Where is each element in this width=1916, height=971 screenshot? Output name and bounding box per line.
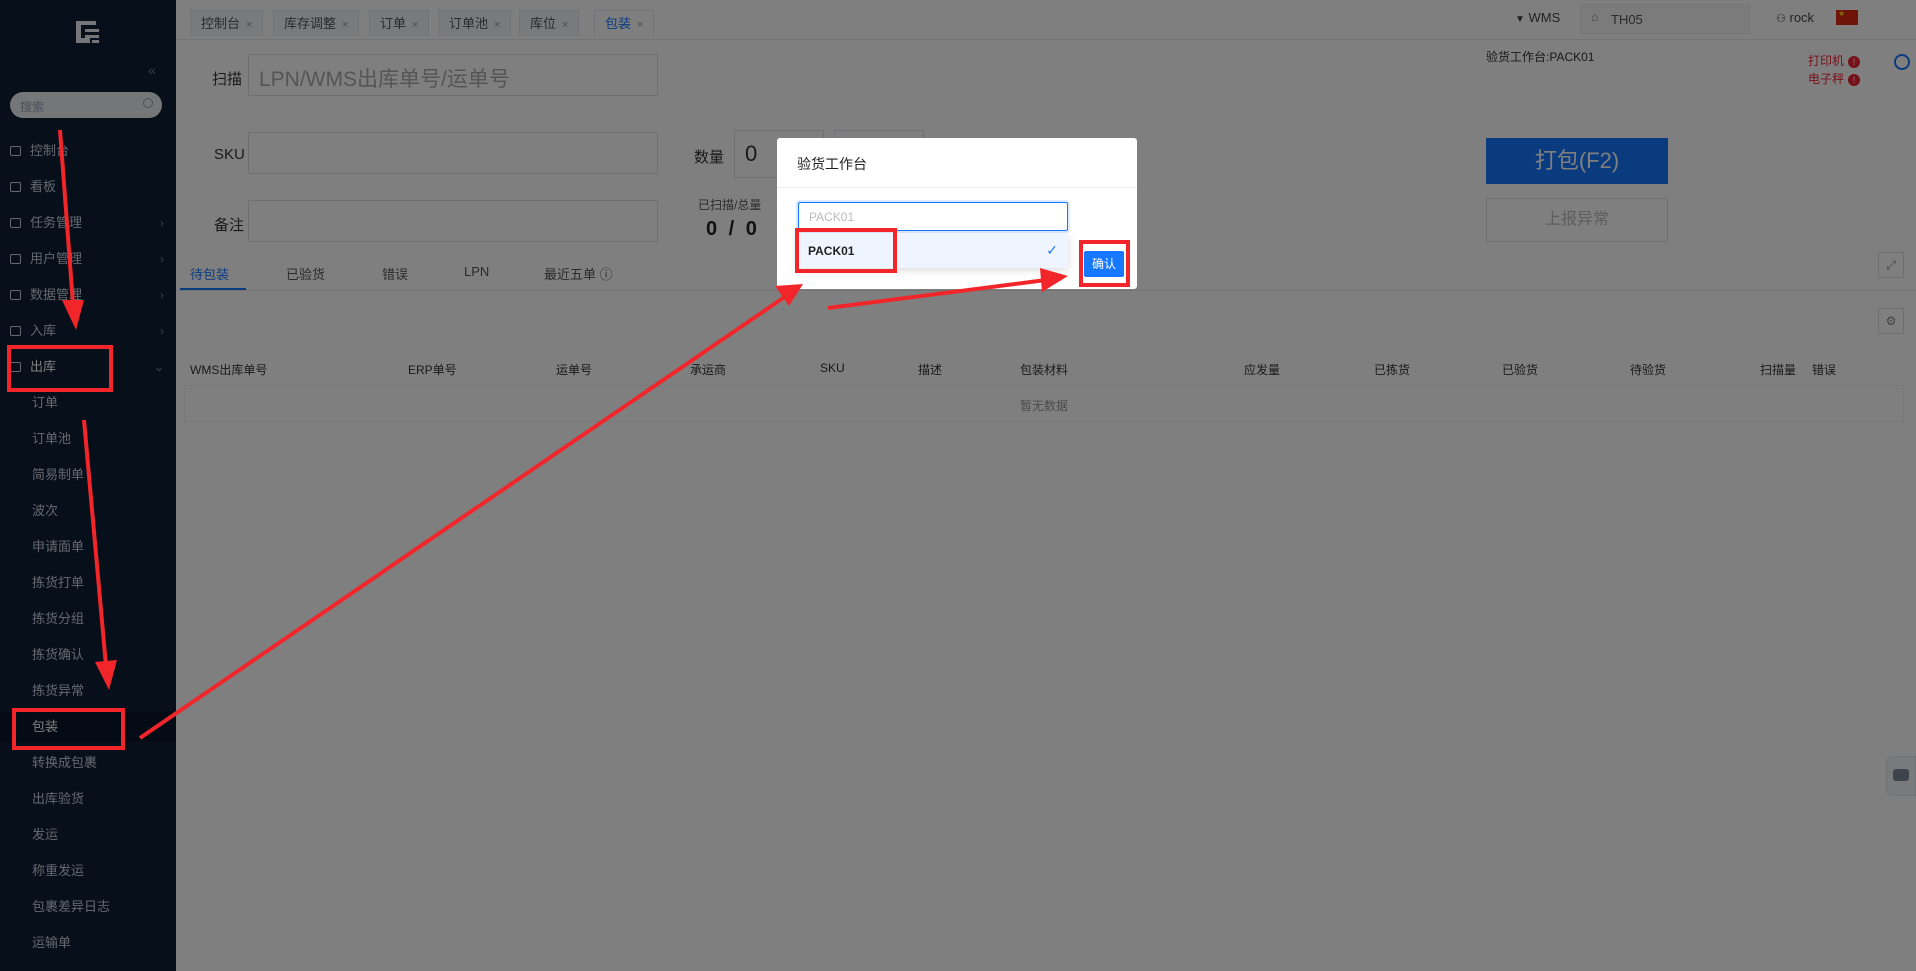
select-placeholder: PACK01 (809, 210, 855, 224)
annotation-box-confirm (1079, 240, 1130, 287)
checkmark-icon: ✓ (1046, 242, 1058, 258)
modal-divider (777, 187, 1137, 188)
modal-title: 验货工作台 (797, 156, 867, 172)
annotation-box-packing (12, 708, 125, 750)
annotation-box-outbound (7, 345, 113, 392)
annotation-box-option (795, 228, 897, 273)
station-select[interactable]: PACK01 (798, 202, 1068, 231)
